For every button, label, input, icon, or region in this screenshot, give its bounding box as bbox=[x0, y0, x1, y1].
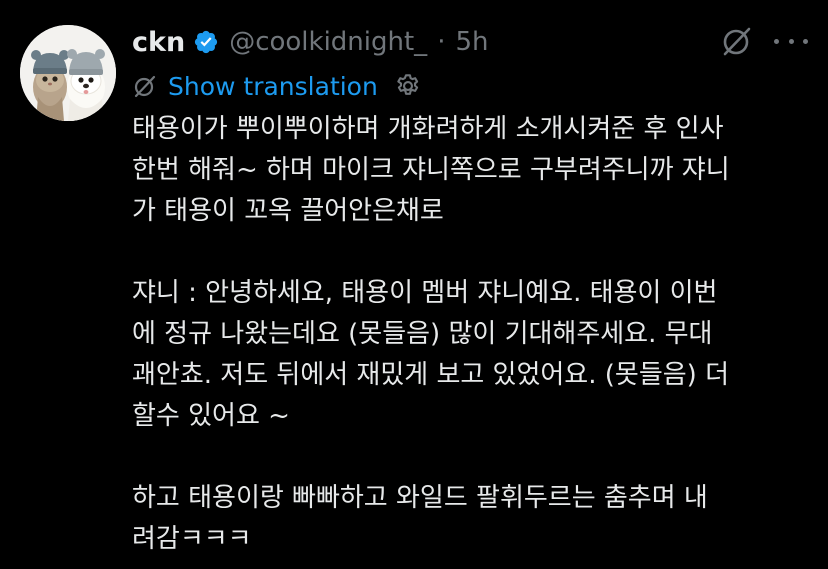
verified-badge-icon[interactable] bbox=[193, 29, 219, 55]
author-handle[interactable]: @coolkidnight_ bbox=[229, 27, 427, 57]
translate-icon bbox=[132, 73, 158, 99]
avatar-image bbox=[20, 25, 116, 121]
more-dot bbox=[774, 38, 779, 44]
grok-icon[interactable] bbox=[720, 24, 754, 58]
tweet-text: 태용이가 뿌이뿌이하며 개화려하게 소개시켜준 후 인사 한번 해줘~ 하며 마… bbox=[132, 109, 812, 560]
settings-icon[interactable] bbox=[394, 72, 422, 100]
avatar[interactable] bbox=[20, 25, 116, 121]
timestamp[interactable]: 5h bbox=[455, 27, 488, 57]
show-translation-link[interactable]: Show translation bbox=[168, 72, 378, 101]
more-dot bbox=[803, 38, 808, 44]
separator-dot: · bbox=[437, 27, 446, 57]
tweet[interactable]: ckn @coolkidnight_ · 5h Show translation bbox=[0, 0, 828, 569]
tweet-paragraph-1: 태용이가 뿌이뿌이하며 개화려하게 소개시켜준 후 인사 한번 해줘~ 하며 마… bbox=[132, 114, 730, 226]
tweet-header: ckn @coolkidnight_ · 5h bbox=[132, 22, 488, 62]
author-display-name[interactable]: ckn bbox=[132, 27, 185, 58]
more-dot bbox=[788, 38, 794, 44]
more-icon[interactable] bbox=[774, 26, 808, 56]
tweet-paragraph-3: 하고 태용이랑 빠빠하고 와일드 팔휘두르는 춤추며 내 려감ㅋㅋㅋ bbox=[132, 483, 708, 554]
tweet-paragraph-2: 쟈니 : 안녕하세요, 태용이 멤버 쟈니예요. 태용이 이번 에 정규 나왔는… bbox=[132, 278, 729, 431]
translation-row: Show translation bbox=[132, 68, 422, 104]
